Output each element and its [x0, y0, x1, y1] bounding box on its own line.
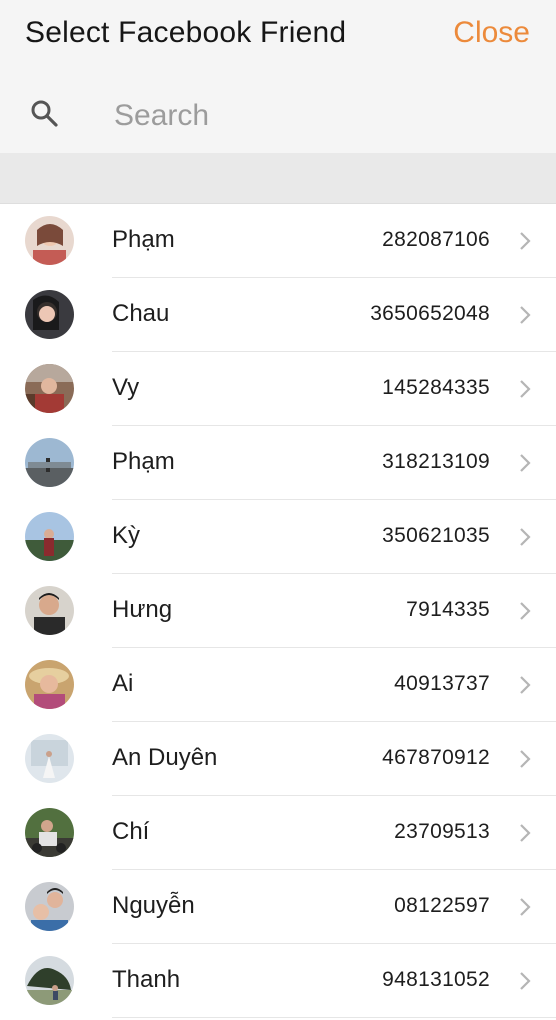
avatar	[25, 586, 74, 635]
avatar	[25, 438, 74, 487]
avatar	[25, 216, 74, 265]
friend-id: 40913737	[394, 672, 490, 695]
page-title: Select Facebook Friend	[25, 16, 347, 49]
friend-row[interactable]: Kỳ 350621035	[0, 500, 556, 574]
chevron-right-icon	[520, 232, 531, 250]
section-divider	[0, 153, 556, 204]
avatar	[25, 660, 74, 709]
avatar	[25, 290, 74, 339]
friend-id: 145284335	[382, 376, 490, 399]
chevron-right-icon	[520, 380, 531, 398]
avatar	[25, 364, 74, 413]
chevron-right-icon	[520, 972, 531, 990]
friend-id: 948131052	[382, 968, 490, 991]
friend-row[interactable]: Thanh 948131052	[0, 944, 556, 1018]
friend-name: Thanh	[112, 966, 181, 993]
friend-row[interactable]: Phạm 318213109	[0, 426, 556, 500]
friend-row[interactable]: Hưng 7914335	[0, 574, 556, 648]
friend-name: Nguyễn	[112, 892, 195, 919]
friend-id: 350621035	[382, 524, 490, 547]
friend-name: Hưng	[112, 596, 173, 623]
search-icon	[31, 100, 58, 127]
friend-row[interactable]: Vy 145284335	[0, 352, 556, 426]
friend-row[interactable]: An Duyên 467870912	[0, 722, 556, 796]
chevron-right-icon	[520, 824, 531, 842]
friend-name: Kỳ	[112, 522, 141, 549]
close-button[interactable]: Close	[453, 16, 530, 50]
chevron-right-icon	[520, 306, 531, 324]
search-input[interactable]	[112, 96, 516, 136]
friend-name: Vy	[112, 374, 140, 401]
chevron-right-icon	[520, 602, 531, 620]
friend-id: 318213109	[382, 450, 490, 473]
friend-row[interactable]: Phạm 282087106	[0, 204, 556, 278]
chevron-right-icon	[520, 676, 531, 694]
chevron-right-icon	[520, 750, 531, 768]
friend-id: 3650652048	[370, 302, 490, 325]
friend-id: 08122597	[394, 894, 490, 917]
friend-row[interactable]: Nguyễn 08122597	[0, 870, 556, 944]
friend-name: Phạm	[112, 226, 175, 253]
header-bar: Select Facebook Friend Close	[0, 0, 556, 153]
friend-id: 282087106	[382, 228, 490, 251]
avatar	[25, 734, 74, 783]
avatar	[25, 956, 74, 1005]
avatar	[25, 882, 74, 931]
chevron-right-icon	[520, 898, 531, 916]
friend-id: 7914335	[406, 598, 490, 621]
friend-row[interactable]: Chí 23709513	[0, 796, 556, 870]
friend-name: Chau	[112, 300, 170, 327]
friend-name: Ai	[112, 670, 134, 697]
chevron-right-icon	[520, 528, 531, 546]
avatar	[25, 512, 74, 561]
friend-name: An Duyên	[112, 744, 218, 771]
friend-name: Phạm	[112, 448, 175, 475]
friend-id: 23709513	[394, 820, 490, 843]
friend-row[interactable]: Ai 40913737	[0, 648, 556, 722]
chevron-right-icon	[520, 454, 531, 472]
search-bar[interactable]	[0, 78, 556, 153]
friend-row[interactable]: Chau 3650652048	[0, 278, 556, 352]
friend-name: Chí	[112, 818, 150, 845]
friend-list: Phạm 282087106 Chau 3650652048 Vy 145284…	[0, 204, 556, 1018]
avatar	[25, 808, 74, 857]
friend-id: 467870912	[382, 746, 490, 769]
